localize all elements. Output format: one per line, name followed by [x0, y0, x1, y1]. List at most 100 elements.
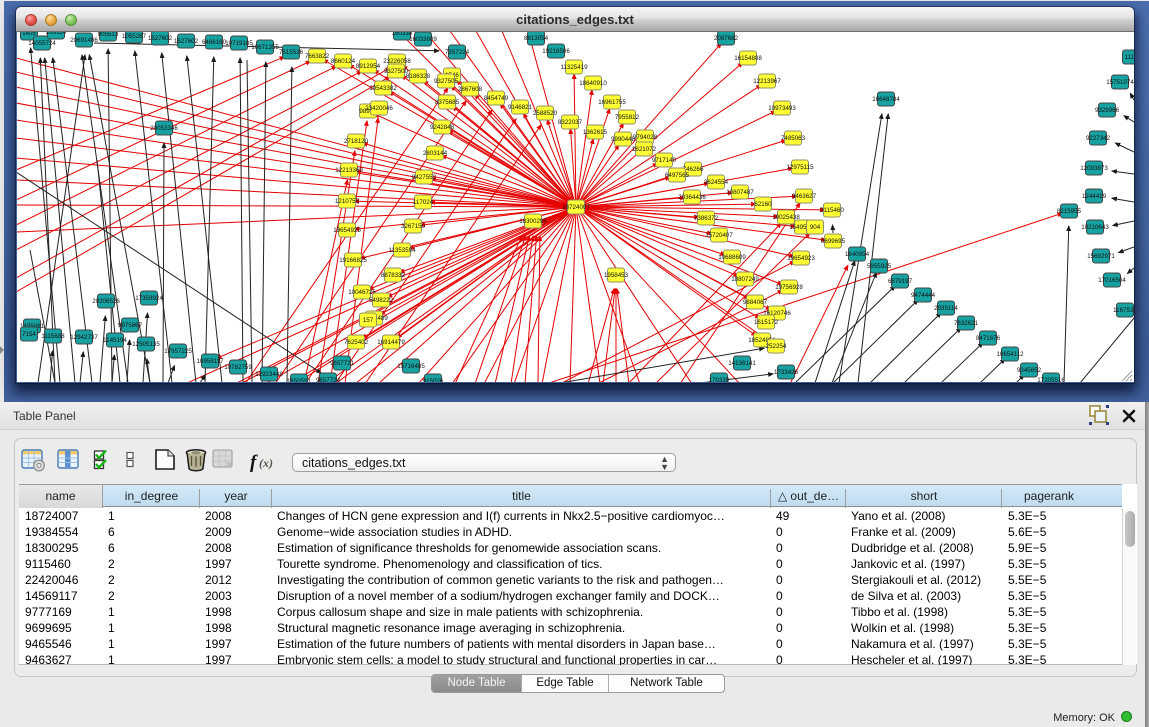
svg-text:19654925: 19654925 — [333, 227, 361, 234]
svg-text:9990448: 9990448 — [611, 136, 636, 143]
svg-text:8878332: 8878332 — [381, 272, 406, 279]
svg-text:14136141: 14136141 — [728, 360, 756, 367]
svg-text:18724007: 18724007 — [562, 204, 590, 211]
svg-text:9717140: 9717140 — [652, 157, 677, 164]
svg-text:8427552: 8427552 — [412, 174, 437, 181]
svg-text:10807487: 10807487 — [726, 189, 754, 196]
svg-text:10210643: 10210643 — [1081, 224, 1109, 231]
svg-text:5498222: 5498222 — [369, 297, 394, 304]
svg-text:16154808: 16154808 — [734, 55, 762, 62]
svg-text:23420046: 23420046 — [365, 105, 393, 112]
svg-text:19166825: 19166825 — [339, 257, 367, 264]
svg-text:16961755: 16961755 — [598, 99, 626, 106]
svg-text:11353594: 11353594 — [388, 247, 416, 254]
svg-text:5955925: 5955925 — [867, 263, 892, 270]
svg-text:1145194: 1145194 — [103, 337, 127, 344]
svg-text:18640910: 18640910 — [579, 80, 607, 87]
svg-text:17359924: 17359924 — [135, 295, 163, 302]
svg-text:19218506: 19218506 — [542, 48, 570, 55]
svg-text:12213967: 12213967 — [753, 78, 781, 85]
svg-text:8813054: 8813054 — [524, 35, 549, 42]
svg-text:12213369: 12213369 — [335, 167, 363, 174]
svg-text:1167533: 1167533 — [1113, 307, 1134, 314]
svg-text:8454749: 8454749 — [484, 95, 509, 102]
svg-text:9975867: 9975867 — [118, 322, 143, 329]
svg-text:10671355: 10671355 — [251, 44, 279, 51]
svg-text:1621072: 1621072 — [632, 146, 657, 153]
svg-text:6466160: 6466160 — [202, 39, 227, 46]
svg-text:10973493: 10973493 — [768, 105, 796, 112]
svg-text:20053346: 20053346 — [150, 125, 178, 132]
svg-text:915026: 915026 — [423, 378, 444, 382]
svg-text:904: 904 — [810, 224, 821, 231]
svg-text:6879197: 6879197 — [888, 278, 913, 285]
svg-text:9146821: 9146821 — [508, 104, 533, 111]
svg-text:2718120: 2718120 — [344, 138, 369, 145]
svg-text:9474444: 9474444 — [911, 292, 936, 299]
svg-text:7515526: 7515526 — [279, 49, 304, 56]
svg-text:1527602: 1527602 — [174, 38, 199, 45]
svg-text:8660124: 8660124 — [331, 58, 356, 65]
svg-text:15720407: 15720407 — [705, 232, 733, 239]
svg-text:2803144: 2803144 — [423, 150, 448, 157]
svg-text:252254: 252254 — [766, 343, 787, 350]
svg-text:6497565: 6497565 — [665, 172, 690, 179]
svg-text:12923448: 12923448 — [255, 371, 283, 378]
svg-text:19756928: 19756928 — [775, 284, 803, 291]
svg-text:10782759: 10782759 — [224, 364, 252, 371]
svg-text:8912954: 8912954 — [356, 63, 381, 70]
svg-text:10688609: 10688609 — [718, 254, 746, 261]
svg-text:7663822: 7663822 — [305, 53, 330, 60]
svg-text:209114: 209114 — [46, 32, 67, 36]
svg-text:1210755: 1210755 — [335, 198, 360, 205]
svg-text:7485063: 7485063 — [781, 135, 806, 142]
svg-text:1244419: 1244419 — [1082, 193, 1107, 200]
svg-text:9699695: 9699695 — [821, 238, 846, 245]
svg-text:7632621: 7632621 — [954, 320, 979, 327]
svg-text:10654112: 10654112 — [996, 351, 1024, 358]
svg-text:16648784: 16648784 — [872, 96, 900, 103]
svg-text:9345652: 9345652 — [1017, 367, 1042, 374]
svg-text:9794028: 9794028 — [633, 134, 658, 141]
svg-text:8322037: 8322037 — [558, 119, 583, 126]
svg-text:1733426: 1733426 — [774, 369, 799, 376]
svg-text:9227342: 9227342 — [1086, 135, 1111, 142]
svg-text:3267150: 3267150 — [401, 223, 426, 230]
svg-text:7154: 7154 — [22, 331, 36, 338]
svg-text:17957225: 17957225 — [164, 348, 192, 355]
svg-text:8186328: 8186328 — [406, 73, 431, 80]
svg-text:f: f — [250, 452, 258, 473]
svg-text:9327500: 9327500 — [384, 68, 409, 75]
svg-text:7955812: 7955812 — [615, 114, 640, 121]
svg-text:18300295: 18300295 — [519, 218, 547, 225]
svg-text:12093873: 12093873 — [1080, 165, 1108, 172]
svg-text:1362615: 1362615 — [583, 129, 608, 136]
svg-text:2087682: 2087682 — [714, 35, 739, 42]
svg-text:8471676: 8471676 — [976, 335, 1001, 342]
svg-text:7357224: 7357224 — [445, 49, 470, 56]
svg-text:9329966: 9329966 — [1095, 107, 1120, 114]
svg-text:2867608: 2867608 — [458, 86, 483, 93]
svg-text:15692971: 15692971 — [1087, 253, 1115, 260]
svg-text:9657724: 9657724 — [316, 377, 341, 382]
svg-text:1640954: 1640954 — [845, 251, 870, 258]
svg-text:62160: 62160 — [754, 201, 772, 208]
svg-text:9884067: 9884067 — [743, 299, 768, 306]
svg-text:15751074: 15751074 — [1106, 79, 1134, 86]
svg-text:11325419: 11325419 — [560, 64, 588, 71]
svg-text:8215955: 8215955 — [1057, 208, 1082, 215]
svg-text:10958117: 10958117 — [196, 358, 224, 365]
svg-text:7625402: 7625402 — [344, 339, 369, 346]
svg-text:14055724: 14055724 — [28, 40, 56, 47]
svg-text:9657721: 9657721 — [330, 360, 355, 367]
svg-text:19654923: 19654923 — [787, 255, 815, 262]
svg-text:18807249: 18807249 — [731, 276, 759, 283]
svg-text:9115460: 9115460 — [820, 207, 844, 214]
svg-text:16033809: 16033809 — [409, 36, 437, 43]
svg-text:2588520: 2588520 — [533, 110, 558, 117]
svg-text:157: 157 — [363, 317, 374, 324]
svg-text:20364436: 20364436 — [678, 194, 706, 201]
svg-text:117024: 117024 — [413, 199, 434, 206]
svg-text:12942737: 12942737 — [70, 334, 98, 341]
svg-text:10719185: 10719185 — [225, 40, 253, 47]
